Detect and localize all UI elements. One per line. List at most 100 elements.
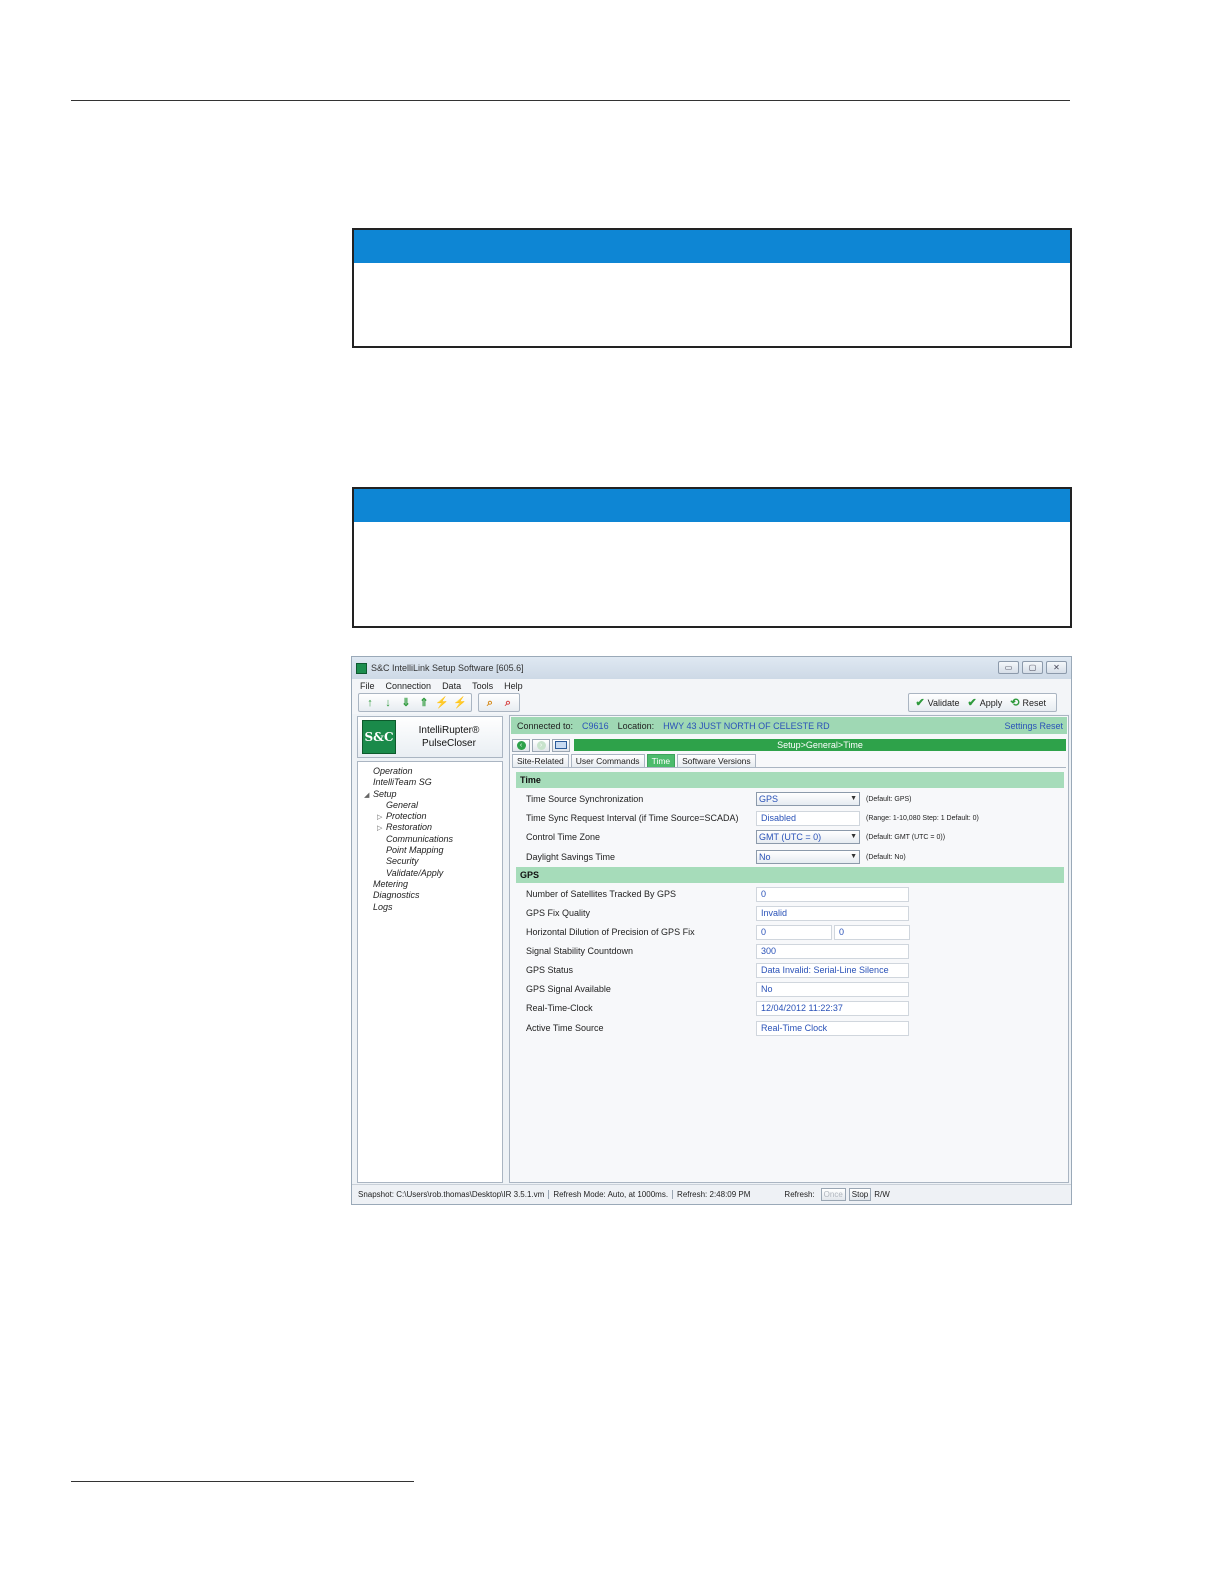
menu-tools[interactable]: Tools	[472, 681, 493, 691]
tree-item[interactable]: ▷ Protection	[358, 811, 502, 822]
tab-site-related[interactable]: Site-Related	[512, 754, 569, 767]
connected-label: Connected to:	[517, 720, 574, 731]
tab-strip: Site-Related User Commands Time Software…	[512, 754, 756, 767]
notice-bar-1	[354, 230, 1070, 263]
tree-item-label: Logs	[373, 901, 393, 912]
tree-item-label: Setup	[373, 788, 397, 799]
fix-quality-value: Invalid	[756, 905, 909, 921]
tab-content: Time Time Source Synchronization GPS ▼ (D…	[512, 767, 1066, 1180]
tree-item-label: Protection	[386, 811, 427, 822]
row-fix-quality: GPS Fix Quality Invalid	[526, 904, 1062, 922]
tree-item[interactable]: Security	[358, 856, 502, 867]
settings-reset-link[interactable]: Settings Reset	[1004, 721, 1063, 731]
tree-item[interactable]: Metering	[358, 879, 502, 890]
tree-item[interactable]: ▷ Restoration	[358, 822, 502, 833]
tree-item[interactable]: Operation	[358, 766, 502, 777]
toolbar: ↑ ↓ ⇓ ⇑ ⚡ ⚡ ⌕ ⌕ ✔ Validate ✔ Apply ⟲ Reset	[352, 692, 1071, 714]
snapshot-path: Snapshot: C:\Users\rob.thomas\Desktop\IR…	[358, 1190, 550, 1199]
satellites-value: 0	[756, 886, 909, 902]
refresh-mode: Refresh Mode: Auto, at 1000ms.	[553, 1190, 674, 1199]
section-time: Time	[516, 772, 1064, 788]
once-button[interactable]: Once	[820, 1188, 846, 1201]
tree-item[interactable]: ◢ Setup	[358, 789, 502, 800]
window-title: S&C IntelliLink Setup Software [605.6]	[371, 663, 524, 673]
product-name: IntelliRupter® PulseCloser	[418, 725, 480, 749]
maximize-button[interactable]: ▢	[1022, 661, 1043, 674]
active-source-value: Real-Time Clock	[756, 1020, 909, 1036]
upload-icon[interactable]: ↑	[363, 696, 377, 710]
row-time-zone: Control Time Zone GMT (UTC = 0) ▼ (Defaul…	[526, 830, 946, 844]
tree-item-label: Metering	[373, 878, 409, 889]
disconnect-icon[interactable]: ⚡	[453, 696, 467, 710]
search-icon[interactable]: ⌕	[483, 696, 497, 710]
tree-item-label: Point Mapping	[386, 845, 444, 856]
validate-button[interactable]: ✔ Validate	[915, 696, 959, 709]
reset-button[interactable]: ⟲ Reset	[1010, 696, 1046, 709]
menu-bar: File Connection Data Tools Help	[352, 679, 1071, 692]
tab-software-versions[interactable]: Software Versions	[677, 754, 756, 767]
refresh-label: Refresh:	[784, 1190, 815, 1199]
chevron-down-icon: ▼	[850, 795, 857, 802]
validate-icon: ✔	[915, 697, 925, 709]
countdown-value: 300	[756, 943, 909, 959]
menu-data[interactable]: Data	[442, 681, 461, 691]
time-zone-select[interactable]: GMT (UTC = 0) ▼	[756, 830, 860, 844]
close-button[interactable]: ✕	[1046, 661, 1067, 674]
row-gps-status: GPS Status Data Invalid: Serial-Line Sil…	[526, 961, 1062, 979]
search-stop-icon[interactable]: ⌕	[501, 696, 515, 710]
connection-bar: Connected to: C9616 Location: HWY 43 JUS…	[511, 717, 1067, 734]
gps-status-value: Data Invalid: Serial-Line Silence	[756, 962, 909, 978]
expand-arrow-icon: ◢	[364, 791, 370, 799]
back-arrow-icon: ‹	[516, 740, 526, 750]
tree-item-label: Diagnostics	[373, 890, 420, 901]
hdop-value-2: 0	[834, 924, 910, 940]
upload-file-icon[interactable]: ⇑	[417, 696, 431, 710]
reset-icon: ⟲	[1010, 697, 1020, 709]
connected-value: C9616	[582, 720, 609, 731]
minimize-button[interactable]: ▭	[998, 661, 1019, 674]
product-header: S&C IntelliRupter® PulseCloser	[357, 716, 503, 758]
tree-item[interactable]: Point Mapping	[358, 845, 502, 856]
sync-interval-input[interactable]: Disabled	[756, 810, 860, 826]
menu-file[interactable]: File	[360, 681, 375, 691]
tree-item-label: Restoration	[386, 822, 433, 833]
tree-item-label: Security	[386, 856, 419, 867]
toolbar-group-transfer: ↑ ↓ ⇓ ⇑ ⚡ ⚡	[358, 693, 472, 712]
dst-select[interactable]: No ▼	[756, 850, 860, 864]
rtc-value: 12/04/2012 11:22:37	[756, 1000, 909, 1016]
forward-button[interactable]: ›	[532, 738, 550, 752]
nav-row: ‹ › Setup>General>Time	[512, 738, 1066, 752]
main-panel: Connected to: C9616 Location: HWY 43 JUS…	[509, 715, 1069, 1183]
tree-item[interactable]: Communications	[358, 834, 502, 845]
back-button[interactable]: ‹	[512, 738, 530, 752]
header-rule	[71, 100, 1070, 101]
tree-item-label: Communications	[386, 833, 454, 844]
stop-button[interactable]: Stop	[848, 1188, 872, 1201]
breadcrumb: Setup>General>Time	[574, 739, 1066, 751]
action-group: ✔ Validate ✔ Apply ⟲ Reset	[908, 693, 1057, 712]
download-icon[interactable]: ↓	[381, 696, 395, 710]
signal-value: No	[756, 981, 909, 997]
tree-item[interactable]: IntelliTeam SG	[358, 777, 502, 788]
sc-logo: S&C	[362, 720, 396, 754]
apply-button[interactable]: ✔ Apply	[968, 696, 1003, 709]
time-source-select[interactable]: GPS ▼	[756, 792, 860, 806]
tree-item[interactable]: General	[358, 800, 502, 811]
menu-connection[interactable]: Connection	[386, 681, 432, 691]
tree-item[interactable]: Logs	[358, 902, 502, 913]
tree-item[interactable]: Validate/Apply	[358, 868, 502, 879]
download-file-icon[interactable]: ⇓	[399, 696, 413, 710]
footer-rule	[71, 1481, 414, 1482]
tab-time[interactable]: Time	[646, 754, 676, 767]
tree-item-label: Operation	[373, 766, 413, 776]
menu-help[interactable]: Help	[504, 681, 523, 691]
row-sync-interval: Time Sync Request Interval (if Time Sour…	[526, 809, 1062, 827]
screen-button[interactable]	[552, 738, 570, 752]
connect-icon[interactable]: ⚡	[435, 696, 449, 710]
tree-item[interactable]: Diagnostics	[358, 890, 502, 901]
row-time-source: Time Source Synchronization GPS ▼ (Defaul…	[526, 792, 912, 806]
screen-icon	[555, 741, 567, 749]
row-signal: GPS Signal Available No	[526, 980, 1062, 998]
forward-arrow-icon: ›	[536, 740, 546, 750]
tab-user-commands[interactable]: User Commands	[570, 754, 645, 767]
